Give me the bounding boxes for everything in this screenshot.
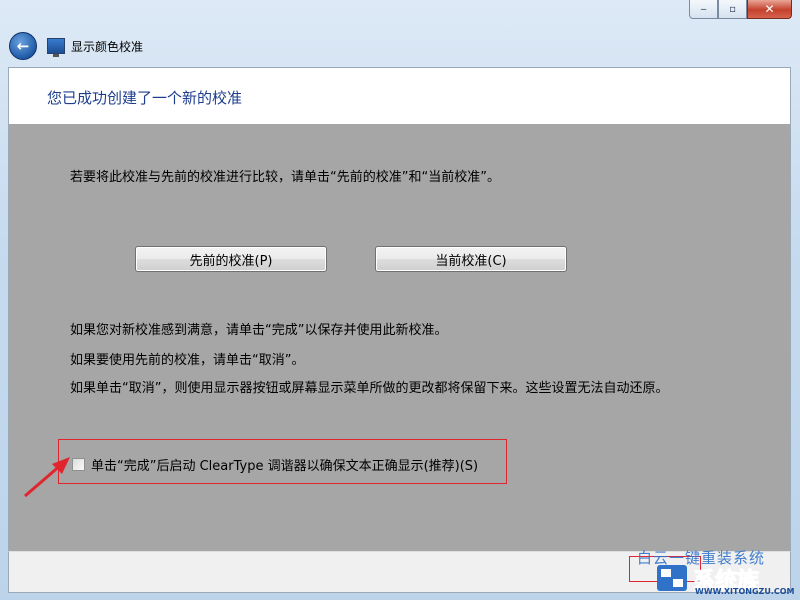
watermark-logo-icon bbox=[657, 565, 687, 591]
use-previous-instruction-text: 如果要使用先前的校准，请单击“取消”。 bbox=[70, 353, 305, 368]
annotation-arrow-icon bbox=[24, 457, 70, 498]
back-arrow-icon: ← bbox=[16, 37, 30, 55]
display-calibration-icon bbox=[47, 38, 65, 57]
wizard-header: 您已成功创建了一个新的校准 bbox=[8, 67, 791, 124]
wizard-content: 若要将此校准与先前的校准进行比较，请单击“先前的校准”和“当前校准”。 先前的校… bbox=[8, 124, 791, 551]
maximize-button[interactable]: ▫ bbox=[718, 0, 747, 19]
background-window-text bbox=[90, 22, 650, 42]
current-calibration-button[interactable]: 当前校准(C) bbox=[375, 246, 567, 272]
back-button[interactable]: ← bbox=[9, 32, 37, 60]
cancel-note-text: 如果单击“取消”，则使用显示器按钮或屏幕显示菜单所做的更改都将保留下来。这些设置… bbox=[70, 381, 669, 396]
cleartype-checkbox[interactable] bbox=[72, 458, 85, 471]
satisfied-instruction-text: 如果您对新校准感到满意，请单击“完成”以保存并使用此新校准。 bbox=[70, 323, 448, 338]
watermark-url: WWW.XITONGZU.COM bbox=[695, 587, 795, 596]
minimize-button[interactable]: ‒ bbox=[689, 0, 718, 19]
navigation-bar: ← 显示颜色校准 bbox=[9, 30, 143, 62]
window-title: 显示颜色校准 bbox=[71, 39, 144, 54]
page-title: 您已成功创建了一个新的校准 bbox=[47, 89, 243, 107]
cleartype-checkbox-row[interactable]: 单击“完成”后启动 ClearType 调谐器以确保文本正确显示(推荐)(S) bbox=[72, 455, 478, 474]
close-button[interactable]: ✕ bbox=[747, 0, 792, 19]
window-controls: ‒ ▫ ✕ bbox=[689, 0, 792, 20]
previous-calibration-button[interactable]: 先前的校准(P) bbox=[135, 246, 327, 272]
watermark: 白云一键重装系统 系统族 WWW.XITONGZU.COM bbox=[635, 547, 795, 597]
cleartype-checkbox-label[interactable]: 单击“完成”后启动 ClearType 调谐器以确保文本正确显示(推荐)(S) bbox=[91, 455, 478, 474]
compare-instruction-text: 若要将此校准与先前的校准进行比较，请单击“先前的校准”和“当前校准”。 bbox=[70, 170, 500, 185]
